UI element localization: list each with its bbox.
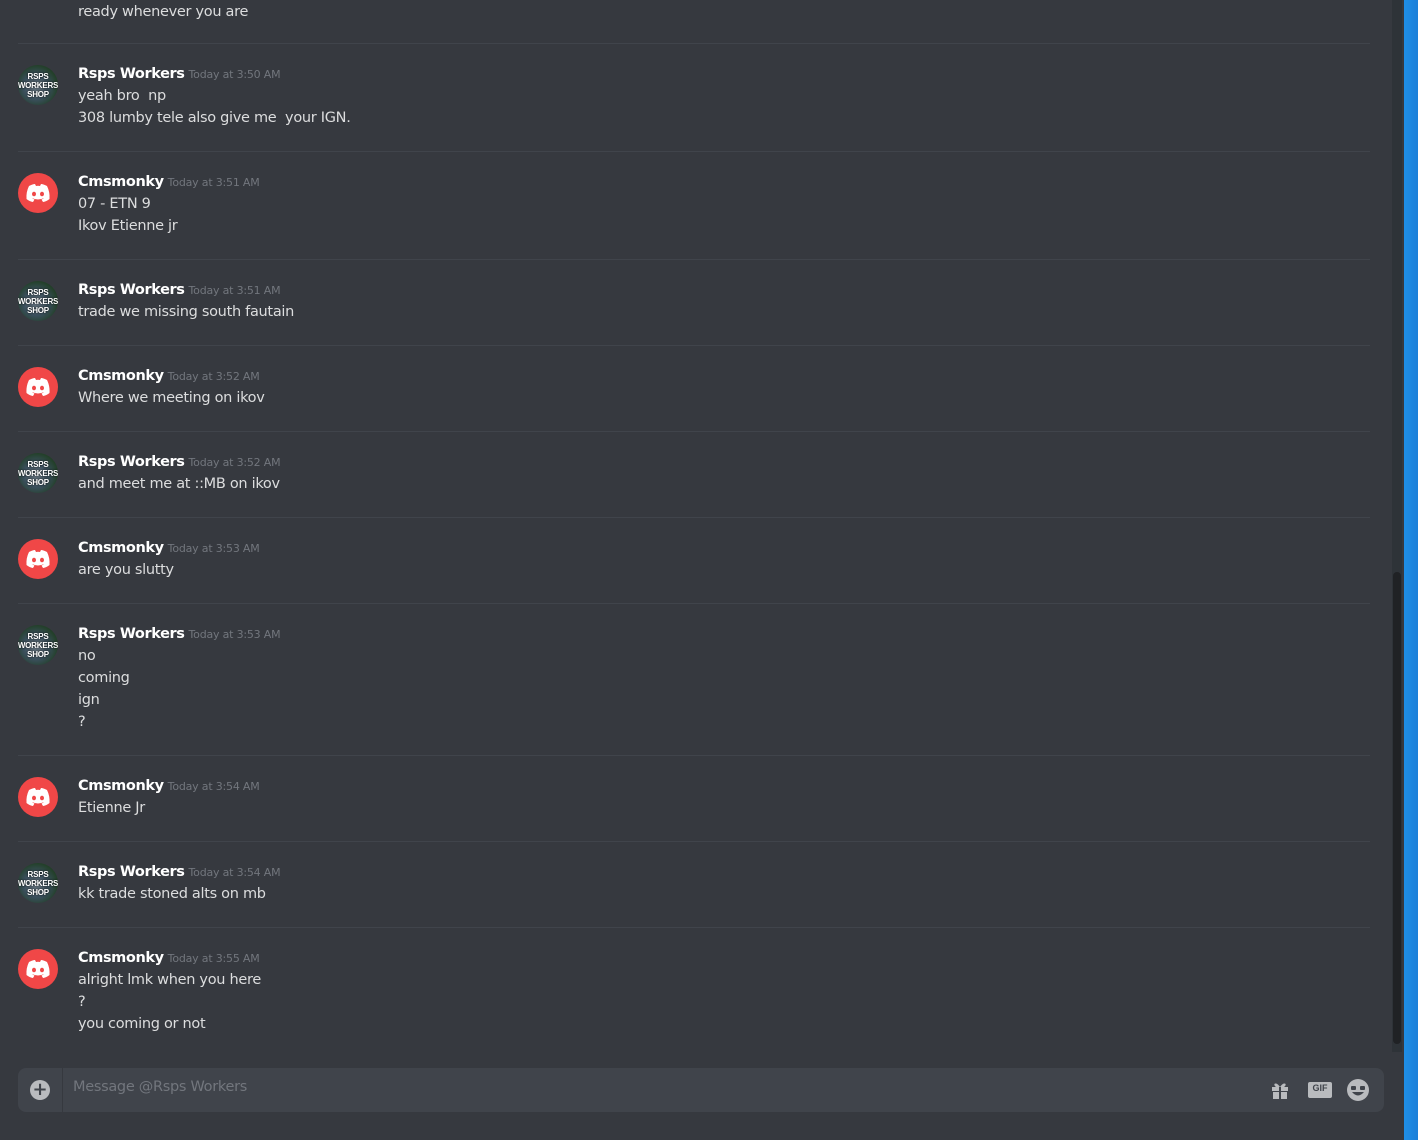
rsps-workers-avatar[interactable]: RSPS WORKERS SHOP — [18, 281, 58, 321]
discord-avatar-icon[interactable] — [18, 173, 58, 213]
timestamp: Today at 3:54 AM — [188, 866, 281, 879]
message-line: 308 lumby tele also give me your IGN. — [78, 110, 351, 126]
username[interactable]: Rsps Workers — [78, 864, 185, 880]
message-body: no coming ign? — [78, 645, 130, 733]
timestamp: Today at 3:51 AM — [188, 284, 281, 297]
message-header: Rsps Workers Today at 3:54 AM — [78, 861, 281, 880]
message-line: ? — [78, 994, 86, 1010]
message-divider — [18, 43, 1370, 44]
plus-circle-icon[interactable]: + — [30, 1080, 50, 1100]
timestamp: Today at 3:50 AM — [188, 68, 281, 81]
message-divider — [18, 755, 1370, 756]
message-line: are you slutty — [78, 562, 174, 578]
message-line: Etienne Jr — [78, 800, 145, 816]
timestamp: Today at 3:53 AM — [167, 542, 260, 555]
message-line: coming — [78, 670, 130, 686]
rsps-logo-text: RSPS WORKERS SHOP — [18, 71, 58, 99]
message-line: yeah bro np — [78, 88, 166, 104]
message-divider — [18, 431, 1370, 432]
timestamp: Today at 3:55 AM — [167, 952, 260, 965]
message-body: and meet me at ::MB on ikov — [78, 473, 280, 495]
message-body: Where we meeting on ikov — [78, 387, 265, 409]
message-header: Cmsmonky Today at 3:55 AM — [78, 947, 260, 966]
message-body: are you slutty — [78, 559, 174, 581]
message-line: Where we meeting on ikov — [78, 390, 265, 406]
discord-avatar-icon[interactable] — [18, 777, 58, 817]
message-body: kk trade stoned alts on mb — [78, 883, 266, 905]
message-header: Cmsmonky Today at 3:53 AM — [78, 537, 260, 556]
message-header: Cmsmonky Today at 3:52 AM — [78, 365, 260, 384]
message-divider — [18, 603, 1370, 604]
dm-chat-window: ready whenever you are RSPS WORKERS SHOP Rs… — [0, 0, 1418, 1140]
discord-avatar-icon[interactable] — [18, 539, 58, 579]
message-line: ? — [78, 714, 86, 730]
message-line: Ikov Etienne jr — [78, 218, 178, 234]
username[interactable]: Rsps Workers — [78, 626, 185, 642]
message-line: ign — [78, 692, 100, 708]
rsps-logo-text: RSPS WORKERS SHOP — [18, 631, 58, 659]
username[interactable]: Cmsmonky — [78, 174, 164, 190]
message-header: Rsps Workers Today at 3:53 AM — [78, 623, 281, 642]
message-body: alright lmk when you here? you coming or … — [78, 969, 261, 1035]
message-body: Etienne Jr — [78, 797, 145, 819]
message-composer: + Message @Rsps Workers GIF — [18, 1068, 1384, 1112]
message-header: Rsps Workers Today at 3:51 AM — [78, 279, 281, 298]
message-header: Rsps Workers Today at 3:50 AM — [78, 63, 281, 82]
timestamp: Today at 3:54 AM — [167, 780, 260, 793]
gif-label: GIF — [1312, 1083, 1328, 1093]
username[interactable]: Rsps Workers — [78, 282, 185, 298]
rsps-logo-text: RSPS WORKERS SHOP — [18, 287, 58, 315]
timestamp: Today at 3:53 AM — [188, 628, 281, 641]
rsps-logo-text: RSPS WORKERS SHOP — [18, 459, 58, 487]
message-line: and meet me at ::MB on ikov — [78, 476, 280, 492]
message-divider — [18, 345, 1370, 346]
message-divider — [18, 259, 1370, 260]
gif-button[interactable]: GIF — [1308, 1078, 1332, 1102]
message-body: trade we missing south fautain — [78, 301, 294, 323]
composer-divider — [62, 1068, 63, 1112]
timestamp: Today at 3:51 AM — [167, 176, 260, 189]
message-list[interactable]: ready whenever you are RSPS WORKERS SHOP Rs… — [0, 0, 1388, 1052]
gift-icon[interactable] — [1268, 1078, 1292, 1102]
message-divider — [18, 841, 1370, 842]
message-line: trade we missing south fautain — [78, 304, 295, 320]
username[interactable]: Cmsmonky — [78, 778, 164, 794]
message-line: 07 - ETN 9 — [78, 196, 151, 212]
message-body: 07 - ETN 9 Ikov Etienne jr — [78, 193, 178, 237]
message-line: you coming or not — [78, 1016, 206, 1032]
username[interactable]: Cmsmonky — [78, 368, 164, 384]
username[interactable]: Cmsmonky — [78, 540, 164, 556]
discord-avatar-icon[interactable] — [18, 949, 58, 989]
username[interactable]: Rsps Workers — [78, 66, 185, 82]
rsps-workers-avatar[interactable]: RSPS WORKERS SHOP — [18, 453, 58, 493]
message-body: yeah bro np 308 lumby tele also give me y… — [78, 85, 351, 129]
rsps-workers-avatar[interactable]: RSPS WORKERS SHOP — [18, 625, 58, 665]
desktop-edge — [1404, 0, 1418, 1140]
message-divider — [18, 517, 1370, 518]
message-input[interactable]: Message @Rsps Workers — [73, 1079, 247, 1095]
message-header: Rsps Workers Today at 3:52 AM — [78, 451, 281, 470]
rsps-workers-avatar[interactable]: RSPS WORKERS SHOP — [18, 863, 58, 903]
scrollbar-thumb[interactable] — [1393, 572, 1401, 1044]
timestamp: Today at 3:52 AM — [167, 370, 260, 383]
discord-avatar-icon[interactable] — [18, 367, 58, 407]
message-line: alright lmk when you here — [78, 972, 261, 988]
message-line: no — [78, 648, 96, 664]
message-divider — [18, 151, 1370, 152]
username[interactable]: Rsps Workers — [78, 454, 185, 470]
rsps-logo-text: RSPS WORKERS SHOP — [18, 869, 58, 897]
emoji-icon[interactable] — [1346, 1078, 1370, 1102]
message-header: Cmsmonky Today at 3:51 AM — [78, 171, 260, 190]
message-header: Cmsmonky Today at 3:54 AM — [78, 775, 260, 794]
message-divider — [18, 927, 1370, 928]
username[interactable]: Cmsmonky — [78, 950, 164, 966]
rsps-workers-avatar[interactable]: RSPS WORKERS SHOP — [18, 65, 58, 105]
message-line: ready whenever you are — [78, 4, 249, 20]
timestamp: Today at 3:52 AM — [188, 456, 281, 469]
message-line: kk trade stoned alts on mb — [78, 886, 266, 902]
